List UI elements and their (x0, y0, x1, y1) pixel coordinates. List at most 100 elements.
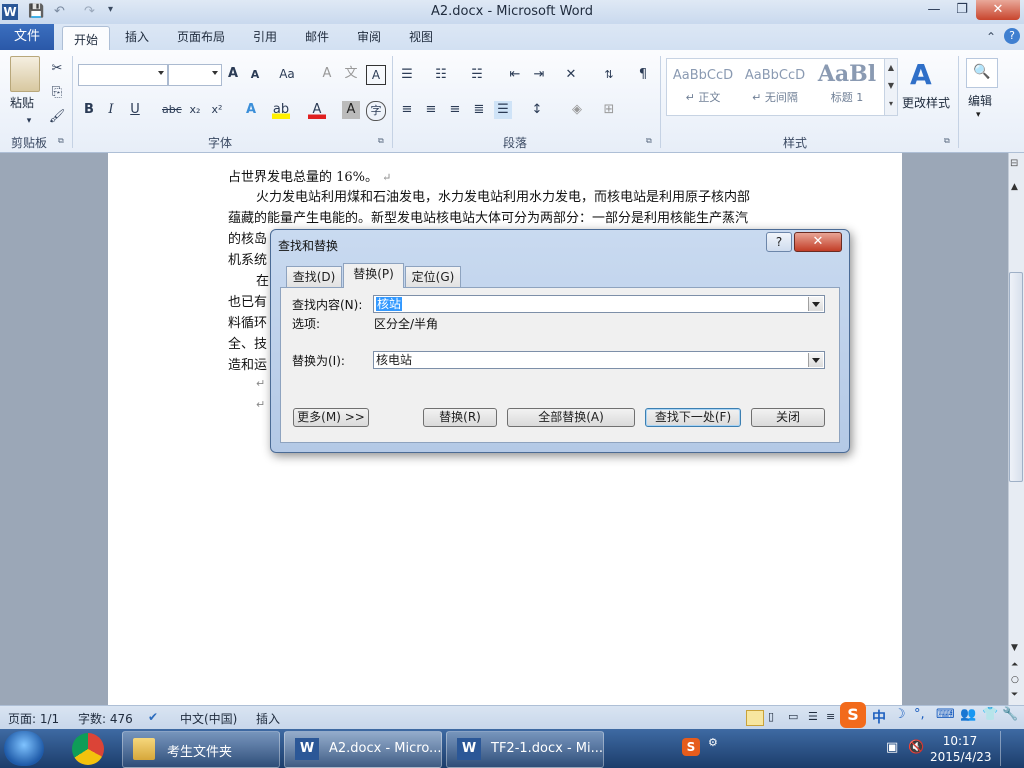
grow-font-icon[interactable]: A (224, 65, 242, 83)
bullets-icon[interactable]: ☰ (398, 66, 416, 84)
line-spacing-icon[interactable]: ↕ (528, 101, 546, 119)
half-width-icon[interactable]: ☽ (894, 707, 906, 722)
replace-all-button[interactable]: 全部替换(A) (507, 408, 635, 427)
taskbar-item-a2-docx[interactable]: W A2.docx - Micro... (284, 731, 442, 768)
punctuation-icon[interactable]: °, (914, 707, 925, 722)
paragraph-launcher-icon[interactable]: ⧉ (646, 136, 652, 146)
sort-icon[interactable]: ⇅ (600, 66, 618, 84)
editing-dropdown-icon[interactable]: ▾ (976, 110, 981, 120)
sogou-ime-icon[interactable]: S (840, 702, 866, 728)
maximize-button[interactable]: ❐ (948, 0, 976, 20)
ime-mode[interactable]: 中 (872, 707, 886, 727)
status-page[interactable]: 页面: 1/1 (8, 710, 59, 727)
find-dropdown-icon[interactable] (808, 297, 823, 311)
underline-icon[interactable]: U (126, 101, 144, 119)
change-styles-button[interactable]: 更改样式 (902, 94, 950, 111)
change-case-icon[interactable]: Aa (278, 65, 296, 83)
chrome-icon[interactable] (72, 733, 104, 765)
tab-references[interactable]: 引用 (244, 24, 286, 50)
help-icon[interactable]: ? (1004, 28, 1020, 44)
superscript-icon[interactable]: x² (208, 101, 226, 119)
find-binoculars-icon[interactable]: 🔍 (966, 58, 998, 88)
character-border-icon[interactable]: A (366, 65, 386, 85)
draft-view-icon[interactable]: ≡ (826, 710, 835, 723)
replace-input[interactable]: 核电站 (373, 351, 825, 369)
strikethrough-icon[interactable]: abc (162, 101, 182, 119)
tab-page-layout[interactable]: 页面布局 (170, 24, 232, 50)
tray-ime-icon[interactable]: ⚙ (708, 736, 718, 749)
font-size-combo[interactable] (168, 64, 222, 86)
start-button-icon[interactable] (4, 731, 44, 766)
align-right-icon[interactable]: ≡ (446, 101, 464, 119)
numbering-icon[interactable]: ☷ (432, 66, 450, 84)
status-word-count[interactable]: 字数: 476 (78, 710, 133, 727)
bold-icon[interactable]: B (80, 101, 98, 119)
italic-icon[interactable]: I (102, 101, 120, 119)
scroll-up-icon[interactable]: ▲ (1011, 182, 1018, 192)
ruler-toggle-icon[interactable]: ⊟ (1010, 158, 1018, 169)
minimize-ribbon-icon[interactable]: ⌃ (986, 30, 996, 44)
web-layout-icon[interactable]: ▭ (788, 710, 798, 723)
borders-icon[interactable]: ⊞ (600, 101, 618, 119)
system-clock[interactable]: 10:17 2015/4/23 (930, 733, 992, 765)
show-marks-icon[interactable]: ¶ (634, 66, 652, 84)
distributed-icon[interactable]: ☰ (494, 101, 512, 119)
dialog-close-text-button[interactable]: 关闭 (751, 408, 825, 427)
dialog-help-button[interactable]: ? (766, 232, 792, 252)
ime-user-icon[interactable]: 👥 (960, 707, 976, 722)
print-layout-view-icon[interactable] (746, 710, 764, 726)
outline-view-icon[interactable]: ☰ (808, 710, 818, 723)
tab-mailings[interactable]: 邮件 (296, 24, 338, 50)
enclose-characters-icon[interactable]: 字 (366, 101, 386, 121)
find-next-button[interactable]: 查找下一处(F) (645, 408, 741, 427)
clear-formatting-icon[interactable]: A (318, 65, 336, 83)
style-normal[interactable]: AaBbCcD ↵ 正文 (668, 60, 738, 112)
subscript-icon[interactable]: x₂ (186, 101, 204, 119)
browse-object-icon[interactable]: ○ (1011, 675, 1019, 685)
soft-keyboard-icon[interactable]: ⌨ (936, 707, 955, 722)
tab-view[interactable]: 视图 (400, 24, 442, 50)
paste-dropdown-icon[interactable]: ▾ (20, 112, 38, 130)
decrease-indent-icon[interactable]: ⇤ (506, 66, 524, 84)
styles-scroll-buttons[interactable]: ▲ ▼ ▾ (884, 58, 898, 116)
tray-volume-muted-icon[interactable]: 🔇 (908, 740, 924, 755)
tab-find[interactable]: 查找(D) (286, 266, 342, 287)
clipboard-launcher-icon[interactable]: ⧉ (58, 136, 64, 146)
shading-icon[interactable]: ◈ (568, 101, 586, 119)
font-color-icon[interactable]: A (308, 101, 326, 119)
tab-home[interactable]: 开始 (62, 26, 110, 52)
paste-icon[interactable] (10, 56, 40, 92)
text-effects-icon[interactable]: A (242, 101, 260, 119)
highlight-icon[interactable]: ab (272, 101, 290, 119)
full-screen-reading-icon[interactable]: ▯ (768, 710, 774, 723)
copy-icon[interactable]: ⎘ (48, 84, 66, 102)
dialog-close-button[interactable]: ✕ (794, 232, 842, 252)
tab-insert[interactable]: 插入 (116, 24, 158, 50)
font-launcher-icon[interactable]: ⧉ (378, 136, 384, 146)
font-name-combo[interactable] (78, 64, 168, 86)
replace-dropdown-icon[interactable] (808, 353, 823, 367)
tab-replace[interactable]: 替换(P) (343, 263, 404, 288)
styles-launcher-icon[interactable]: ⧉ (944, 136, 950, 146)
tray-sogou-icon[interactable]: S (682, 738, 700, 756)
style-heading-1[interactable]: AaBl 标题 1 (812, 60, 882, 112)
status-language[interactable]: 中文(中国) (180, 710, 237, 727)
taskbar-item-tf2-docx[interactable]: W TF2-1.docx - Mi... (446, 731, 604, 768)
multilevel-list-icon[interactable]: ☵ (468, 66, 486, 84)
justify-icon[interactable]: ≣ (470, 101, 488, 119)
change-styles-icon[interactable]: A (910, 58, 932, 91)
editing-button[interactable]: 编辑 (968, 92, 992, 109)
scroll-down-icon[interactable]: ▼ (1011, 643, 1018, 653)
next-page-icon[interactable]: ⏷ (1011, 690, 1018, 700)
scroll-thumb[interactable] (1009, 272, 1023, 482)
tab-file[interactable]: 文件 (0, 24, 54, 50)
increase-indent-icon[interactable]: ⇥ (530, 66, 548, 84)
tab-goto[interactable]: 定位(G) (405, 266, 461, 287)
ime-tools-icon[interactable]: 🔧 (1002, 707, 1018, 722)
more-button[interactable]: 更多(M) >> (293, 408, 369, 427)
minimize-button[interactable]: — (920, 0, 948, 20)
chinese-layout-icon[interactable]: ✕ (562, 66, 580, 84)
window-close-button[interactable]: ✕ (976, 0, 1020, 20)
show-desktop-button[interactable] (1000, 731, 1023, 766)
replace-button[interactable]: 替换(R) (423, 408, 497, 427)
